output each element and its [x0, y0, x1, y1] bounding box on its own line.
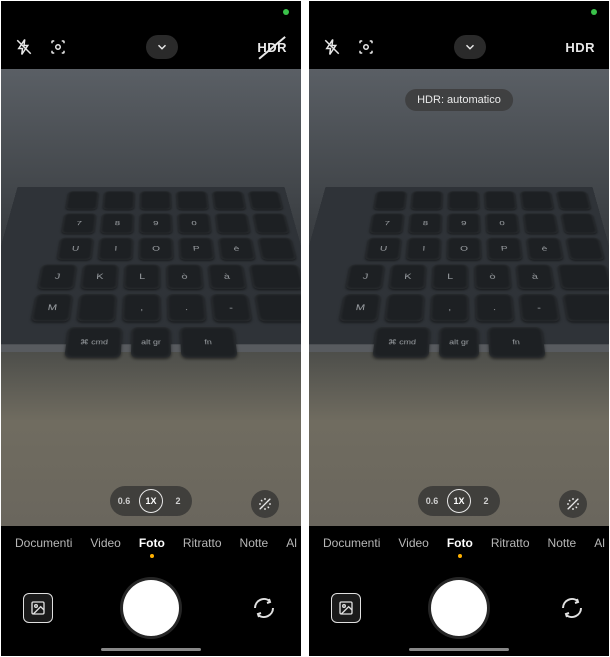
filters-button[interactable]: [251, 490, 279, 518]
chevron-down-icon: [155, 40, 169, 54]
mode-video[interactable]: Video: [90, 536, 120, 550]
camera-active-indicator: [591, 9, 597, 15]
zoom-2x[interactable]: 2: [475, 490, 497, 512]
camera-screen-left: HDR 7890 UIOPè JKLòà M,.- ⌘ cmdalt grfn …: [1, 1, 301, 656]
chevron-down-icon: [463, 40, 477, 54]
mode-selector[interactable]: Documenti Video Foto Ritratto Notte Al: [309, 526, 609, 560]
keyboard-preview: 7890 UIOPè JKLòà M,.- ⌘ cmdalt grfn: [309, 187, 609, 353]
hdr-label-text: HDR: [257, 40, 287, 55]
zoom-1x[interactable]: 1X: [447, 489, 471, 513]
shutter-button[interactable]: [431, 580, 487, 636]
hdr-toggle[interactable]: HDR: [257, 40, 287, 55]
camera-top-bar: HDR: [309, 25, 609, 69]
gallery-button[interactable]: [331, 593, 361, 623]
mode-foto[interactable]: Foto: [447, 536, 473, 550]
sparkle-off-icon: [257, 496, 273, 512]
camera-top-bar: HDR: [1, 25, 301, 69]
flash-off-icon[interactable]: [15, 38, 33, 56]
switch-camera-button[interactable]: [557, 593, 587, 623]
home-indicator[interactable]: [409, 648, 509, 651]
zoom-2x[interactable]: 2: [167, 490, 189, 512]
zoom-0-6x[interactable]: 0.6: [113, 490, 135, 512]
mode-al[interactable]: Al: [286, 536, 297, 550]
status-bar: [1, 1, 301, 25]
mode-video[interactable]: Video: [398, 536, 428, 550]
settings-expand-button[interactable]: [454, 35, 486, 59]
camera-bottom-bar: [1, 560, 301, 656]
hdr-toggle[interactable]: HDR: [565, 40, 595, 55]
zoom-1x[interactable]: 1X: [139, 489, 163, 513]
camera-screen-right: HDR 7890 UIOPè JKLòà M,.- ⌘ cmdalt grfn …: [309, 1, 609, 656]
image-icon: [338, 600, 354, 616]
mode-notte[interactable]: Notte: [240, 536, 269, 550]
sparkle-off-icon: [565, 496, 581, 512]
mode-selector[interactable]: Documenti Video Foto Ritratto Notte Al: [1, 526, 301, 560]
camera-bottom-bar: [309, 560, 609, 656]
camera-viewfinder[interactable]: 7890 UIOPè JKLòà M,.- ⌘ cmdalt grfn HDR:…: [309, 69, 609, 526]
google-lens-icon[interactable]: [49, 38, 67, 56]
camera-viewfinder[interactable]: 7890 UIOPè JKLòà M,.- ⌘ cmdalt grfn 0.6 …: [1, 69, 301, 526]
gallery-button[interactable]: [23, 593, 53, 623]
switch-camera-icon: [252, 596, 276, 620]
keyboard-preview: 7890 UIOPè JKLòà M,.- ⌘ cmdalt grfn: [1, 187, 301, 353]
image-icon: [30, 600, 46, 616]
google-lens-icon[interactable]: [357, 38, 375, 56]
zoom-pill: 0.6 1X 2: [110, 486, 192, 516]
hdr-toast: HDR: automatico: [405, 89, 513, 111]
mode-documenti[interactable]: Documenti: [323, 536, 380, 550]
switch-camera-button[interactable]: [249, 593, 279, 623]
home-indicator[interactable]: [101, 648, 201, 651]
shutter-button[interactable]: [123, 580, 179, 636]
zoom-0-6x[interactable]: 0.6: [421, 490, 443, 512]
mode-ritratto[interactable]: Ritratto: [491, 536, 530, 550]
mode-foto[interactable]: Foto: [139, 536, 165, 550]
camera-active-indicator: [283, 9, 289, 15]
settings-expand-button[interactable]: [146, 35, 178, 59]
zoom-pill: 0.6 1X 2: [418, 486, 500, 516]
switch-camera-icon: [560, 596, 584, 620]
filters-button[interactable]: [559, 490, 587, 518]
mode-ritratto[interactable]: Ritratto: [183, 536, 222, 550]
mode-documenti[interactable]: Documenti: [15, 536, 72, 550]
status-bar: [309, 1, 609, 25]
mode-notte[interactable]: Notte: [548, 536, 577, 550]
hdr-label-text: HDR: [565, 40, 595, 55]
flash-off-icon[interactable]: [323, 38, 341, 56]
mode-al[interactable]: Al: [594, 536, 605, 550]
